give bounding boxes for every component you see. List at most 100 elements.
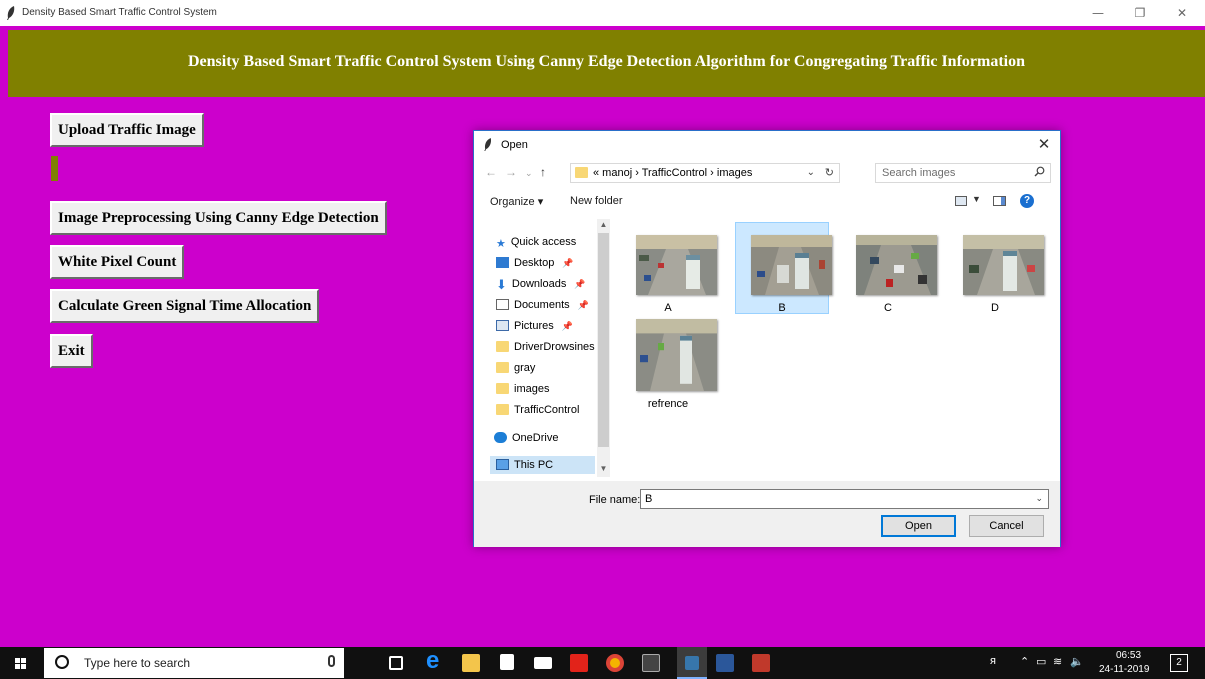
green-signal-time-button[interactable]: Calculate Green Signal Time Allocation — [50, 289, 320, 323]
task-view-icon[interactable] — [389, 656, 403, 670]
traffic-image-thumbnail — [856, 235, 937, 295]
preview-pane-icon[interactable] — [993, 196, 1006, 206]
organize-menu[interactable]: Organize ▾ — [490, 195, 543, 208]
folder-icon — [496, 383, 509, 394]
help-icon[interactable]: ? — [1020, 194, 1034, 208]
paint-icon[interactable] — [752, 654, 770, 672]
open-button[interactable]: Open — [881, 515, 956, 537]
chevron-down-icon[interactable]: ⌄ — [807, 167, 815, 178]
file-item-refrence[interactable]: refrence — [621, 318, 717, 410]
nav-item-desktop[interactable]: Desktop 📌 — [496, 254, 574, 272]
scroll-down-icon[interactable]: ▼ — [598, 464, 609, 473]
nav-item-gray[interactable]: gray — [496, 359, 535, 377]
terminal-icon[interactable] — [642, 654, 660, 672]
scroll-up-icon[interactable]: ▲ — [598, 220, 609, 229]
dialog-titlebar: Open ✕ — [474, 131, 1060, 159]
taskbar-search-input[interactable]: Type here to search — [44, 648, 344, 678]
traffic-image-thumbnail — [636, 235, 717, 295]
traffic-image-thumbnail — [751, 235, 832, 295]
taskbar-search-placeholder: Type here to search — [84, 656, 191, 670]
clock-date[interactable]: 24-11-2019 — [1099, 664, 1149, 675]
nav-item-pictures[interactable]: Pictures 📌 — [496, 317, 573, 335]
recent-dropdown-icon[interactable]: ⌄ — [525, 168, 533, 179]
chevron-up-icon[interactable]: ⌃ — [1020, 655, 1029, 668]
file-label: D — [991, 302, 999, 314]
acrobat-icon[interactable] — [570, 654, 588, 672]
pin-icon: 📌 — [574, 279, 586, 289]
nav-item-this-pc[interactable]: This PC — [490, 456, 595, 474]
image-preprocessing-button[interactable]: Image Preprocessing Using Canny Edge Det… — [50, 201, 387, 235]
mail-icon[interactable] — [534, 657, 552, 669]
chrome-icon[interactable] — [606, 654, 624, 672]
file-item-d[interactable]: D — [948, 223, 1044, 315]
file-item-a[interactable]: A — [621, 223, 717, 315]
search-input[interactable]: Search images — [875, 163, 1051, 183]
back-arrow-icon[interactable]: ← — [485, 165, 497, 179]
search-placeholder: Search images — [882, 167, 956, 179]
file-name-input[interactable]: B ⌄ — [640, 489, 1049, 509]
breadcrumb[interactable]: « manoj › TrafficControl › images — [593, 167, 752, 179]
word-icon[interactable] — [716, 654, 734, 672]
file-label: A — [664, 302, 672, 314]
upload-traffic-image-button[interactable]: Upload Traffic Image — [50, 113, 204, 147]
white-pixel-count-button[interactable]: White Pixel Count — [50, 245, 185, 279]
nav-item-label: images — [514, 383, 550, 395]
scrollbar-thumb[interactable] — [598, 233, 609, 447]
store-icon[interactable] — [500, 654, 514, 670]
path-label — [51, 156, 58, 181]
nav-item-documents[interactable]: Documents 📌 — [496, 296, 589, 314]
minimize-button[interactable]: — — [1080, 3, 1116, 23]
pin-icon: 📌 — [561, 321, 573, 331]
pictures-icon — [496, 320, 509, 331]
nav-item-driverdrowsines[interactable]: DriverDrowsines — [496, 338, 595, 356]
pin-icon: 📌 — [577, 300, 589, 310]
traffic-image-thumbnail — [636, 319, 717, 391]
nav-item-downloads[interactable]: ⬇ Downloads 📌 — [496, 275, 586, 293]
dialog-close-button[interactable]: ✕ — [1034, 135, 1054, 155]
edge-browser-icon[interactable]: e — [426, 647, 448, 675]
file-label: refrence — [647, 398, 689, 410]
header-banner: Density Based Smart Traffic Control Syst… — [8, 30, 1205, 97]
chevron-down-icon[interactable]: ⌄ — [1035, 493, 1043, 504]
nav-item-label: Pictures — [514, 320, 554, 332]
dialog-title: Open — [501, 139, 528, 151]
file-item-b[interactable]: B — [735, 222, 832, 314]
file-name-value: B — [645, 493, 653, 505]
navigation-scrollbar[interactable]: ▲ ▼ — [597, 219, 610, 477]
refresh-icon[interactable]: ↻ — [825, 166, 834, 179]
desktop-icon — [496, 257, 509, 268]
dialog-footer: File name: B ⌄ Open Cancel — [474, 481, 1060, 547]
view-options-icon[interactable] — [955, 196, 967, 206]
windows-start-icon[interactable] — [15, 658, 27, 670]
chevron-down-icon[interactable]: ▼ — [972, 194, 981, 204]
nav-item-label: Downloads — [511, 278, 567, 290]
forward-arrow-icon[interactable]: → — [505, 165, 517, 179]
nav-item-onedrive[interactable]: OneDrive — [494, 429, 558, 447]
cancel-button[interactable]: Cancel — [969, 515, 1044, 537]
address-bar[interactable]: « manoj › TrafficControl › images ⌄ ↻ — [570, 163, 840, 183]
folder-icon — [496, 362, 509, 373]
nav-item-quick-access[interactable]: ★ Quick access — [496, 233, 576, 251]
wifi-icon[interactable]: ≋ — [1053, 655, 1062, 668]
nav-item-label: OneDrive — [512, 432, 559, 444]
battery-icon[interactable]: ▭ — [1036, 655, 1046, 668]
open-file-dialog: Open ✕ ← → ⌄ ↑ « manoj › TrafficControl … — [473, 130, 1061, 547]
up-arrow-icon[interactable]: ↑ — [540, 165, 546, 179]
navigation-row: ← → ⌄ ↑ « manoj › TrafficControl › image… — [474, 161, 1060, 187]
notification-icon[interactable]: 2 — [1170, 654, 1188, 672]
speaker-icon[interactable]: 🔈 — [1070, 655, 1084, 668]
clock-time[interactable]: 06:53 — [1116, 650, 1141, 661]
star-icon: ★ — [496, 238, 506, 250]
restore-button[interactable]: ❐ — [1122, 3, 1158, 23]
new-folder-button[interactable]: New folder — [570, 195, 623, 207]
nav-item-images[interactable]: images — [496, 380, 549, 398]
close-button[interactable]: ✕ — [1164, 3, 1200, 23]
header-title: Density Based Smart Traffic Control Syst… — [188, 53, 1025, 70]
file-explorer-icon[interactable] — [462, 654, 480, 672]
file-label: C — [884, 302, 892, 314]
people-icon[interactable]: ᴙ — [990, 655, 996, 667]
file-item-c[interactable]: C — [841, 223, 937, 315]
microphone-icon[interactable] — [328, 655, 335, 667]
nav-item-trafficcontrol[interactable]: TrafficControl — [496, 401, 579, 419]
exit-button[interactable]: Exit — [50, 334, 93, 368]
